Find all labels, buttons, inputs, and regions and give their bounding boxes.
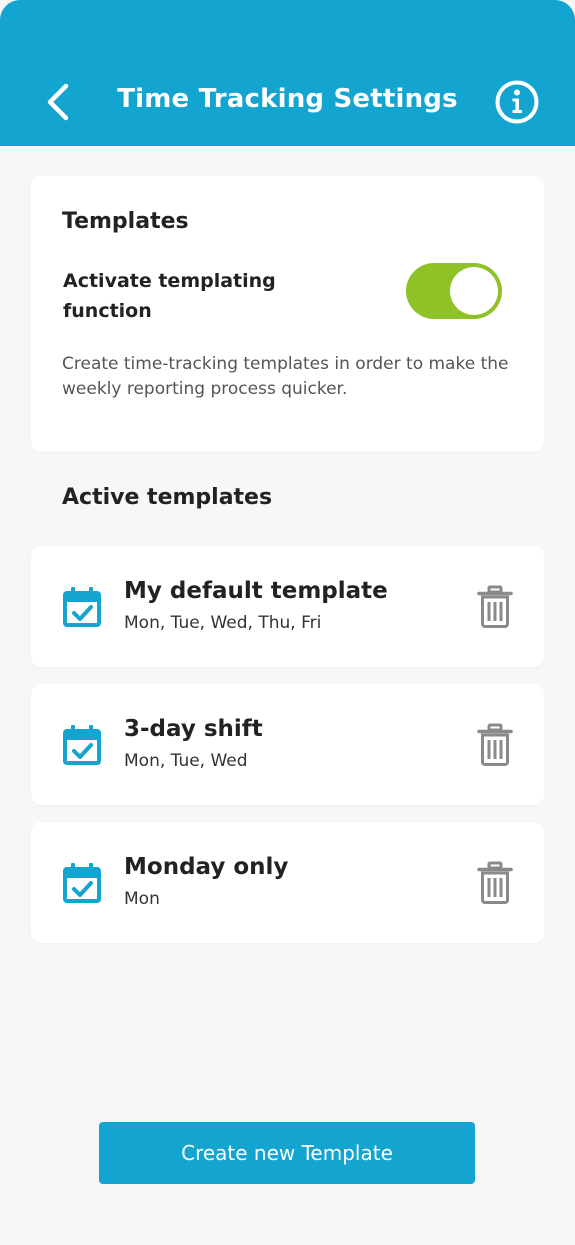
- delete-template-button[interactable]: [476, 861, 514, 905]
- template-card[interactable]: Monday only Mon: [31, 822, 544, 943]
- templating-toggle-label: Activate templating function: [63, 270, 276, 322]
- templating-toggle[interactable]: [406, 263, 502, 319]
- trash-icon: [477, 861, 513, 904]
- template-name: 3-day shift: [124, 716, 263, 742]
- trash-icon: [477, 723, 513, 766]
- active-templates-heading: Active templates: [62, 485, 273, 510]
- template-days: Mon, Tue, Wed: [124, 751, 248, 771]
- template-name: My default template: [124, 578, 388, 604]
- toggle-knob: [450, 267, 498, 315]
- template-card[interactable]: My default template Mon, Tue, Wed, Thu, …: [31, 546, 544, 667]
- templates-settings-card: Templates Activate templating function C…: [31, 176, 544, 452]
- templates-description: Create time-tracking templates in order …: [62, 354, 509, 399]
- templates-card-title: Templates: [62, 209, 189, 234]
- page-title: Time Tracking Settings: [117, 84, 458, 114]
- template-days: Mon, Tue, Wed, Thu, Fri: [124, 613, 322, 633]
- calendar-check-icon: [63, 587, 101, 627]
- template-days: Mon: [124, 889, 160, 909]
- info-button[interactable]: [494, 79, 540, 125]
- calendar-check-icon: [63, 863, 101, 903]
- create-template-button[interactable]: Create new Template: [99, 1122, 475, 1184]
- delete-template-button[interactable]: [476, 585, 514, 629]
- app-header: Time Tracking Settings: [0, 0, 575, 146]
- trash-icon: [477, 585, 513, 628]
- delete-template-button[interactable]: [476, 723, 514, 767]
- template-card[interactable]: 3-day shift Mon, Tue, Wed: [31, 684, 544, 805]
- info-icon: [495, 80, 539, 124]
- template-name: Monday only: [124, 854, 289, 880]
- calendar-check-icon: [63, 725, 101, 765]
